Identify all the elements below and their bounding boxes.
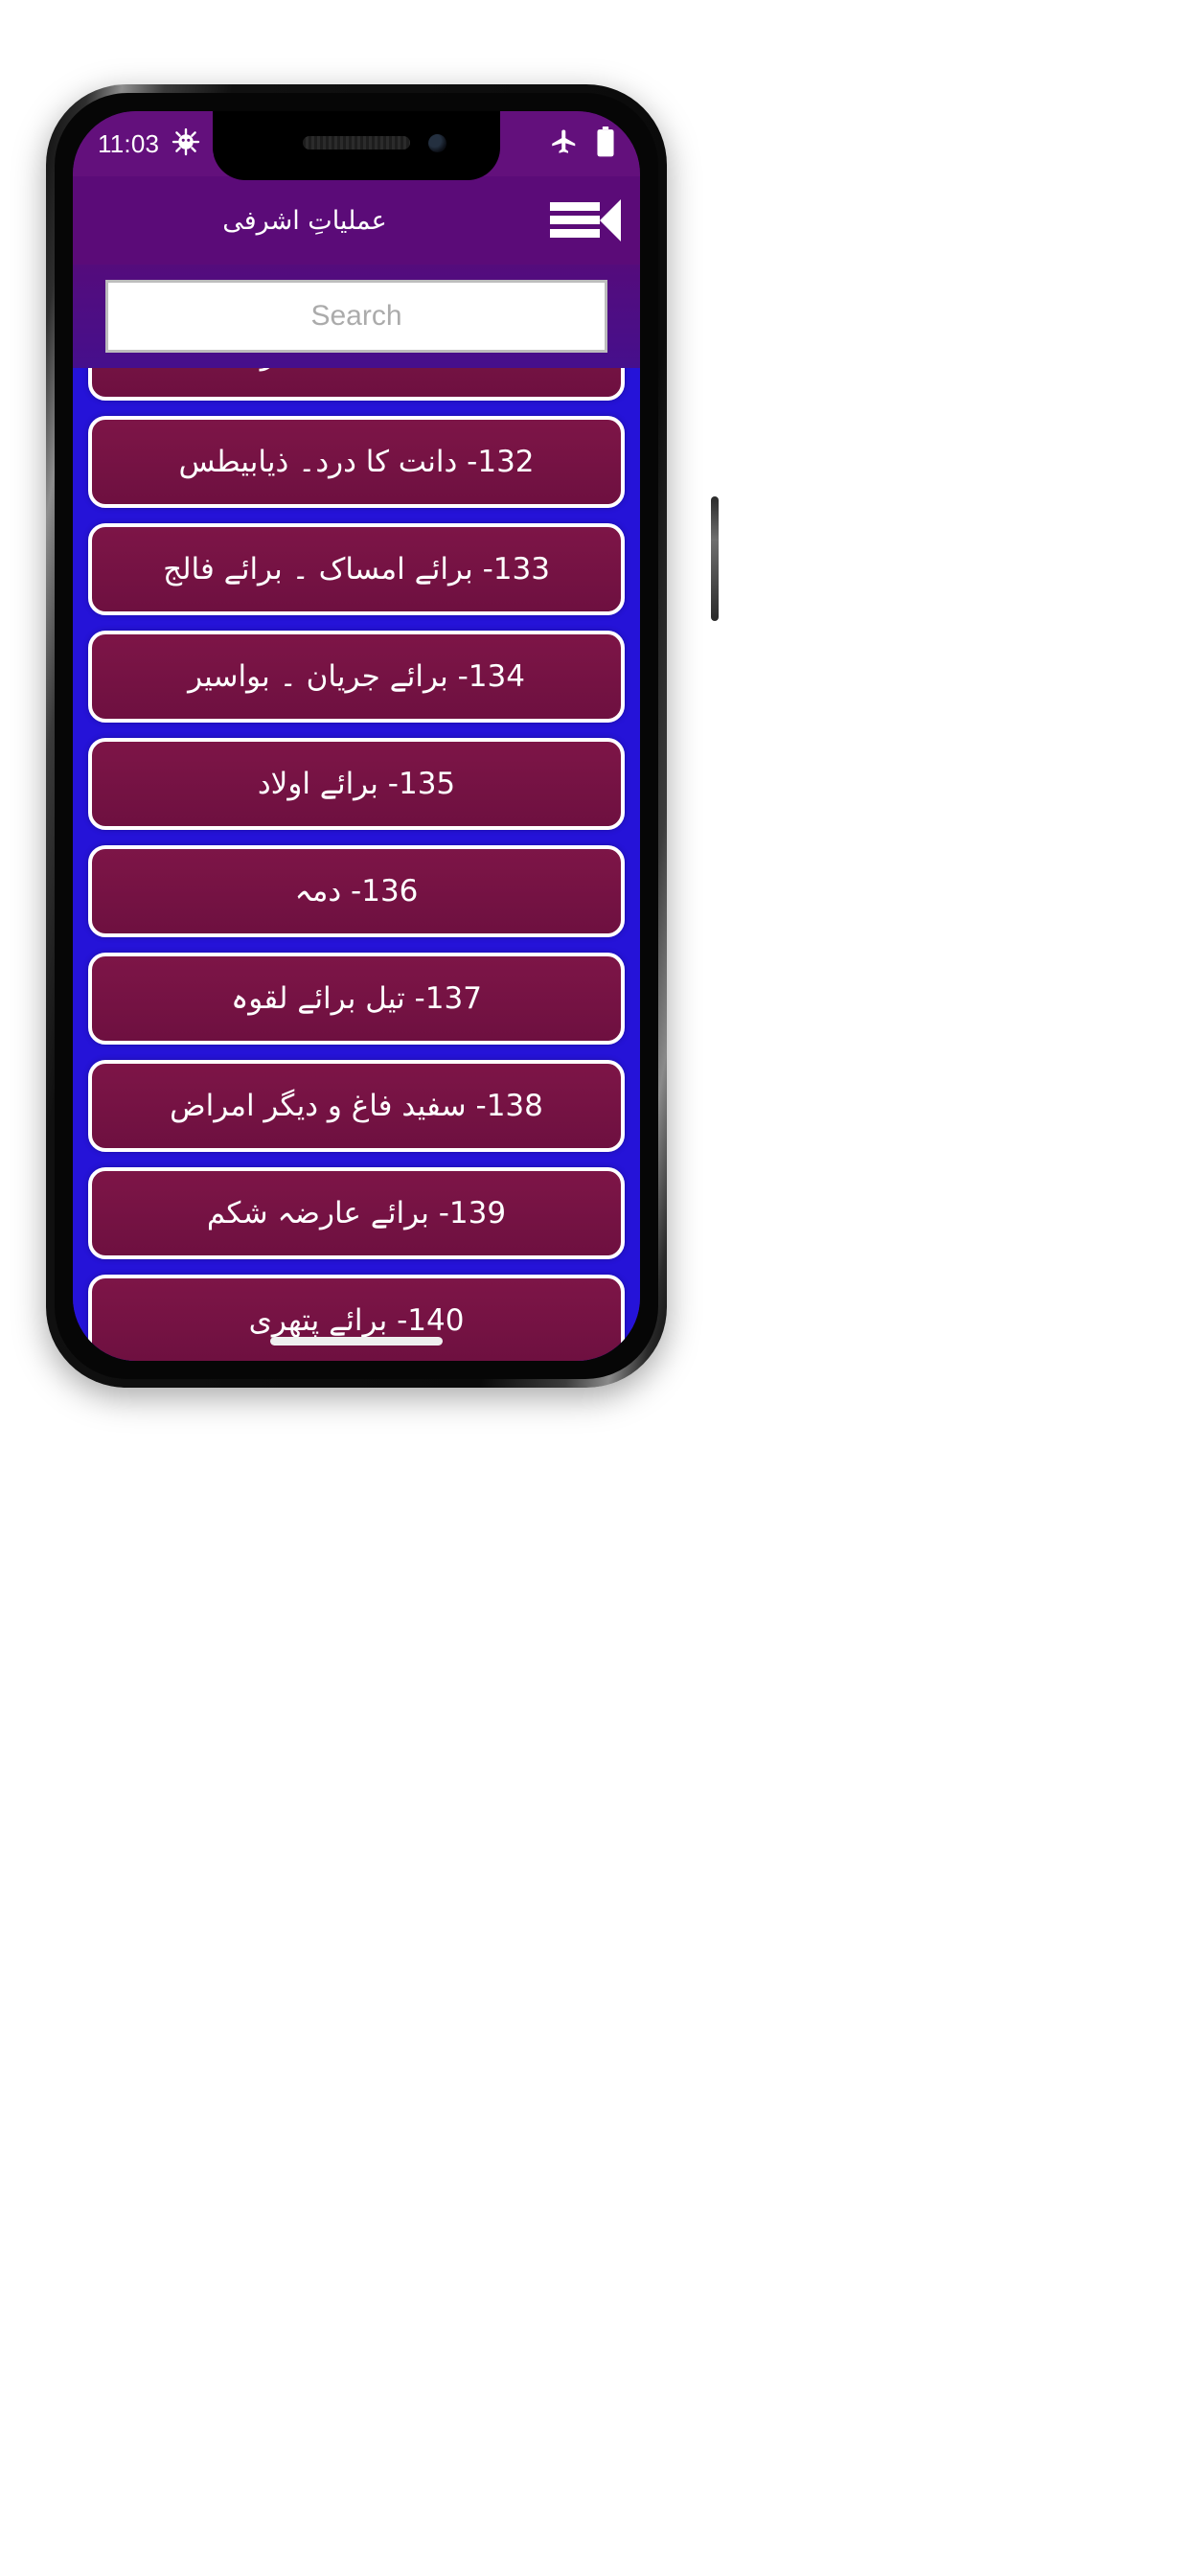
list-item[interactable]: 134- برائے جریان ۔ بواسیر [88, 631, 625, 723]
phone-device-frame: 11:03 عملیاتِ اشرفی Search 132- دانت کا … [46, 84, 719, 1388]
list-item-label: 131- دانت کا درد [236, 368, 477, 371]
list-item[interactable]: 137- تیل برائے لقوہ [88, 953, 625, 1045]
list-item[interactable]: 131- دانت کا درد [88, 368, 625, 401]
menu-bar-middle [550, 216, 600, 224]
menu-bar-top [550, 202, 600, 211]
device-notch [213, 111, 500, 180]
phone-screen: 11:03 عملیاتِ اشرفی Search 132- دانت کا … [73, 111, 640, 1361]
list-item[interactable]: 140- برائے پتھری [88, 1275, 625, 1361]
chapter-list[interactable]: 131- دانت کا درد 132- دانت کا درد۔ ذیابی… [73, 368, 640, 1361]
chevron-left-icon [600, 199, 621, 242]
list-item[interactable]: 136- دمہ [88, 845, 625, 937]
list-item-label: 133- برائے امساک ۔ برائے فالج [163, 551, 550, 586]
phone-inner-bezel: 11:03 عملیاتِ اشرفی Search 132- دانت کا … [55, 93, 658, 1379]
page-title: عملیاتِ اشرفی [222, 205, 387, 236]
battery-full-icon [596, 126, 615, 162]
menu-bar-bottom [550, 229, 600, 238]
list-item-label: 140- برائے پتھری [248, 1302, 465, 1338]
android-debug-icon [172, 127, 200, 161]
list-item-label: 135- برائے اولاد [257, 766, 456, 801]
list-item[interactable]: 138- سفید فاغ و دیگر امراض [88, 1060, 625, 1152]
earpiece-speaker [303, 136, 410, 150]
hamburger-back-icon[interactable] [550, 196, 621, 244]
status-bar-right-group [550, 126, 615, 162]
list-item-label: 139- برائے عارضہ شکم [206, 1195, 507, 1230]
list-item-label: 137- تیل برائے لقوہ [231, 980, 482, 1016]
status-clock: 11:03 [98, 129, 160, 158]
home-indicator[interactable] [270, 1337, 443, 1346]
app-bar: عملیاتِ اشرفی [73, 176, 640, 264]
list-item-label: 132- دانت کا درد۔ ذیابیطس [178, 444, 535, 479]
front-camera-icon [428, 134, 446, 152]
list-item-label: 138- سفید فاغ و دیگر امراض [170, 1088, 543, 1123]
list-item-label: 134- برائے جریان ۔ بواسیر [188, 658, 525, 694]
list-item[interactable]: 133- برائے امساک ۔ برائے فالج [88, 523, 625, 615]
power-button[interactable] [711, 496, 719, 621]
search-input[interactable] [105, 280, 607, 353]
airplane-mode-icon [550, 127, 579, 161]
list-item[interactable]: 132- دانت کا درد۔ ذیابیطس [88, 416, 625, 508]
list-item[interactable]: 139- برائے عارضہ شکم [88, 1167, 625, 1259]
list-item-label: 136- دمہ [294, 873, 419, 908]
search-bar-container [73, 264, 640, 368]
list-item[interactable]: 135- برائے اولاد [88, 738, 625, 830]
